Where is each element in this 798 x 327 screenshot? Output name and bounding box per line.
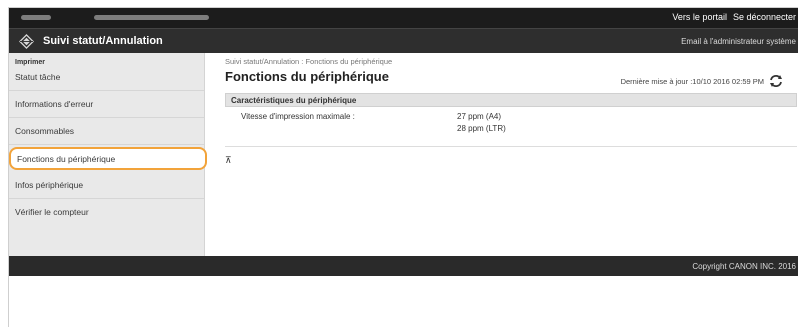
sidebar-item-device-info[interactable]: Infos périphérique — [9, 172, 204, 199]
app-header: Suivi statut/Annulation Email à l'admini… — [9, 28, 798, 53]
sidebar-item-job-status[interactable]: Statut tâche — [9, 65, 204, 91]
footer: Copyright CANON INC. 2016 — [9, 256, 798, 276]
back-to-top-icon[interactable]: ⊼ — [225, 155, 232, 166]
sidebar: Imprimer Statut tâche Informations d'err… — [9, 53, 207, 256]
sidebar-item-consumables[interactable]: Consommables — [9, 118, 204, 145]
logout-link[interactable]: Se déconnecter — [733, 12, 796, 22]
panel-header: Caractéristiques du périphérique — [225, 93, 797, 107]
sidebar-item-error-info[interactable]: Informations d'erreur — [9, 91, 204, 118]
portal-link[interactable]: Vers le portail — [672, 12, 727, 22]
sidebar-item-check-counter[interactable]: Vérifier le compteur — [9, 199, 204, 226]
blurred-text — [21, 15, 51, 20]
admin-mail-link[interactable]: Email à l'administrateur système — [681, 37, 796, 46]
breadcrumb: Suivi statut/Annulation : Fonctions du p… — [225, 57, 393, 66]
top-bar: Vers le portail Se déconnecter — [9, 8, 798, 28]
sidebar-item-device-features[interactable]: Fonctions du périphérique — [9, 147, 207, 170]
print-speed-ltr: 28 ppm (LTR) — [457, 124, 506, 133]
last-update-text: Dernière mise à jour :10/10 2016 02:59 P… — [620, 77, 764, 86]
top-links: Vers le portail Se déconnecter — [672, 12, 796, 22]
main-content: Suivi statut/Annulation : Fonctions du p… — [205, 53, 798, 256]
page-title: Fonctions du périphérique — [225, 69, 389, 84]
main-layout: Imprimer Statut tâche Informations d'err… — [9, 53, 798, 256]
print-speed-row: Vitesse d'impression maximale : 27 ppm (… — [225, 107, 797, 145]
app-logo-icon — [19, 34, 34, 49]
blurred-text — [94, 15, 209, 20]
browser-frame: Vers le portail Se déconnecter Suivi sta… — [8, 7, 798, 327]
app-title: Suivi statut/Annulation — [43, 35, 163, 47]
sidebar-section-title: Imprimer — [15, 59, 45, 66]
print-speed-label: Vitesse d'impression maximale : — [241, 112, 355, 121]
device-features-panel: Caractéristiques du périphérique Vitesse… — [225, 93, 797, 147]
refresh-icon[interactable] — [768, 73, 784, 89]
copyright-text: Copyright CANON INC. 2016 — [692, 262, 796, 271]
print-speed-a4: 27 ppm (A4) — [457, 112, 502, 121]
